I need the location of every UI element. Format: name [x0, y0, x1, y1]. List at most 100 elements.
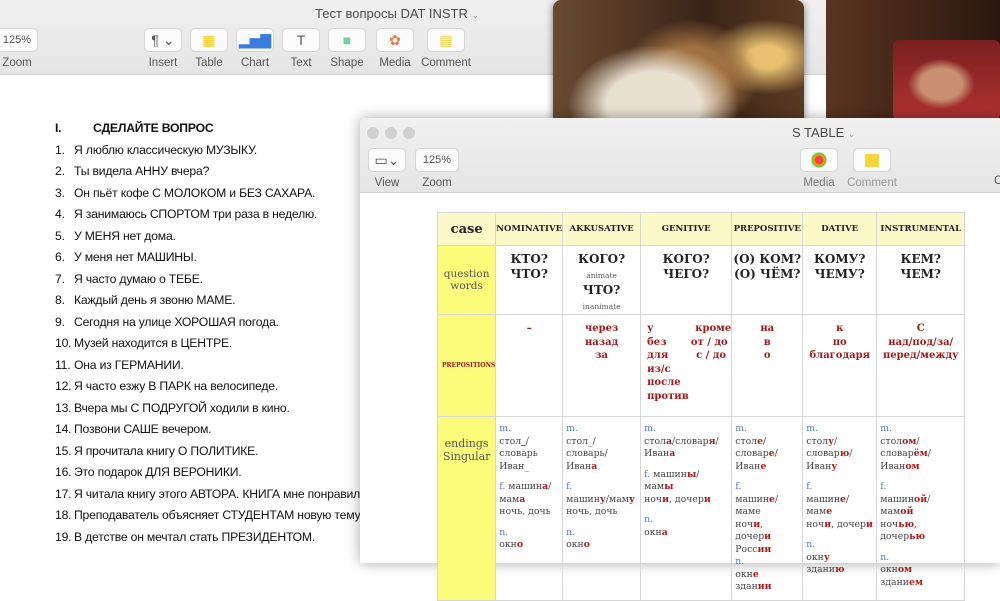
preposition-cell: Снад/под/за/перед/между — [876, 314, 966, 417]
preposition: против — [647, 390, 689, 402]
question-cell: КТО? ЧТО? — [495, 245, 564, 315]
word-stem: словарь — [499, 448, 538, 459]
list-item: 7. Я часто думаю о ТЕБЕ. — [55, 269, 382, 291]
word-stem: / — [525, 435, 529, 447]
zoom-control-2[interactable]: 125% Zoom — [412, 148, 462, 189]
item-text: Сегодня на улице ХОРОШАЯ погода. — [74, 314, 279, 329]
word-stem: Росс — [735, 543, 758, 555]
ending-suffix: у — [823, 551, 830, 563]
ending-line: m. — [499, 423, 559, 436]
shape-button[interactable]: ■ Shape — [324, 28, 370, 69]
table-label: Table — [195, 57, 223, 69]
maximize-button[interactable] — [403, 127, 415, 139]
ending-line: словаре/ — [735, 448, 799, 461]
list-item: 13. Вчера мы С ПОДРУГОЙ ходили в кино. — [55, 398, 382, 420]
list-item: 1. Я люблю классическую МУЗЫКУ. — [55, 140, 382, 162]
text-button[interactable]: T Text — [278, 28, 324, 69]
item-text: В детстве он мечтал стать ПРЕЗИДЕНТОМ. — [74, 529, 316, 544]
document-body[interactable]: I. СДЕЛАЙТЕ ВОПРОС 1. Я люблю классическую… — [55, 118, 382, 548]
paragraph-icon: ¶ ⌄ — [144, 28, 182, 52]
gender-label: m. — [566, 423, 578, 434]
minimize-button[interactable] — [385, 127, 397, 139]
item-number: 19. — [55, 529, 72, 544]
item-number: 13. — [55, 400, 72, 415]
gender-label: n. — [735, 556, 745, 567]
item-text: Я прочитала книгу О ПОЛИТИКЕ. — [74, 443, 259, 458]
word-stem: ночь, дочь — [499, 506, 551, 517]
item-number: 3. — [55, 185, 65, 200]
item-text: Позвони САШЕ вечером. — [74, 422, 212, 436]
question-line: ЧЕГО? — [641, 267, 731, 282]
table-button[interactable]: ▦ Table — [186, 28, 232, 69]
question-word: КОМУ? — [814, 252, 866, 266]
media-button[interactable]: Media — [796, 148, 842, 189]
question-line: (О) КОМ? — [732, 252, 802, 267]
close-button[interactable] — [367, 127, 379, 139]
word-stem: / — [774, 448, 778, 459]
zoom-label: Zoom — [422, 177, 452, 189]
question-line: КОГО? animate — [563, 252, 640, 283]
word-stem: , дочер — [668, 493, 704, 505]
question-word: ЧТО? — [582, 283, 621, 297]
cases-table[interactable]: case NOMINATIVE AKKUSATIVE GENITIVE PREPOSIT… — [436, 212, 966, 601]
section-heading: I. СДЕЛАЙТЕ ВОПРОС — [55, 118, 382, 140]
ending-suffix: ем — [908, 576, 923, 588]
comment-button[interactable]: ▤ Comment — [420, 28, 472, 69]
gender-label: n. — [644, 514, 654, 525]
comment-label: Comment — [421, 57, 471, 69]
ending-suffix: а — [669, 448, 676, 459]
text-label: Text — [290, 57, 312, 69]
ending-line: Ивану — [806, 461, 873, 474]
ending-suffix: е — [826, 506, 833, 517]
ending-line: стол_/ словарь/ — [566, 436, 637, 461]
ending-line: зданием — [880, 577, 961, 590]
ending-suffix: ой — [900, 506, 914, 517]
chevron-down-icon[interactable]: ⌄ — [848, 129, 856, 139]
insert-button[interactable]: ¶ ⌄ Insert — [140, 28, 186, 69]
ending-suffix: у — [629, 493, 635, 505]
media-button[interactable]: ✿ Media — [372, 28, 418, 69]
item-text: Он пьёт кофе С МОЛОКОМ и БЕЗ САХАРА. — [74, 185, 316, 200]
comment-button[interactable]: Comment — [846, 148, 898, 189]
word-stem: / — [715, 435, 719, 447]
ending-line: машине/маме — [735, 494, 799, 519]
chart-button[interactable]: ▂▅▇ Chart — [232, 28, 278, 69]
ending-line: словарю/ — [806, 448, 873, 461]
ending-line: мама — [499, 494, 559, 507]
toolbar-2: S TABLE ⌄ ▭⌄ View 125% Zoom Media Comment … — [360, 118, 1000, 193]
preposition: – — [526, 323, 532, 334]
chevron-down-icon[interactable]: ⌄ — [472, 10, 480, 20]
list-item: 5. У МЕНЯ нет дома. — [55, 226, 382, 248]
item-text: Я часто думаю о ТЕБЕ. — [74, 271, 203, 286]
word-stem: окн — [499, 539, 517, 550]
preposition: для с / до — [647, 350, 727, 361]
gender-label: f. — [499, 481, 509, 492]
ending-suffix: о — [583, 539, 590, 550]
heading-number: I. — [55, 121, 62, 135]
video-call-participant-2[interactable] — [893, 40, 1000, 120]
preposition: в — [763, 336, 771, 348]
ending-line: окно — [566, 539, 637, 552]
question-line: (О) ЧЁМ? — [732, 267, 802, 282]
list-item: 9. Сегодня на улице ХОРОШАЯ погода. — [55, 312, 382, 334]
question-line: КЕМ? — [877, 252, 964, 267]
shape-label: Shape — [330, 57, 364, 69]
question-line: КТО? — [496, 252, 562, 267]
preposition: С — [916, 323, 925, 334]
word-stem: окн — [566, 539, 584, 550]
ending-line: машине/маме — [806, 494, 873, 519]
ending-suffix: и — [865, 518, 873, 530]
zoom-control[interactable]: 125% Zoom — [0, 28, 42, 69]
item-text: Она из ГЕРМАНИИ. — [74, 357, 184, 372]
ending-suffix: ии — [757, 581, 772, 592]
item-number: 8. — [55, 293, 65, 307]
question-line: ЧТО? — [496, 267, 562, 282]
preposition-cell: – — [495, 314, 564, 417]
preposition: за — [595, 350, 609, 361]
view-button[interactable]: ▭⌄ View — [364, 148, 410, 189]
window-title-2: S TABLE ⌄ — [792, 125, 855, 140]
word-stem: / — [927, 448, 931, 459]
ending-line: m. — [735, 423, 799, 436]
ending-line: m. — [644, 423, 728, 436]
